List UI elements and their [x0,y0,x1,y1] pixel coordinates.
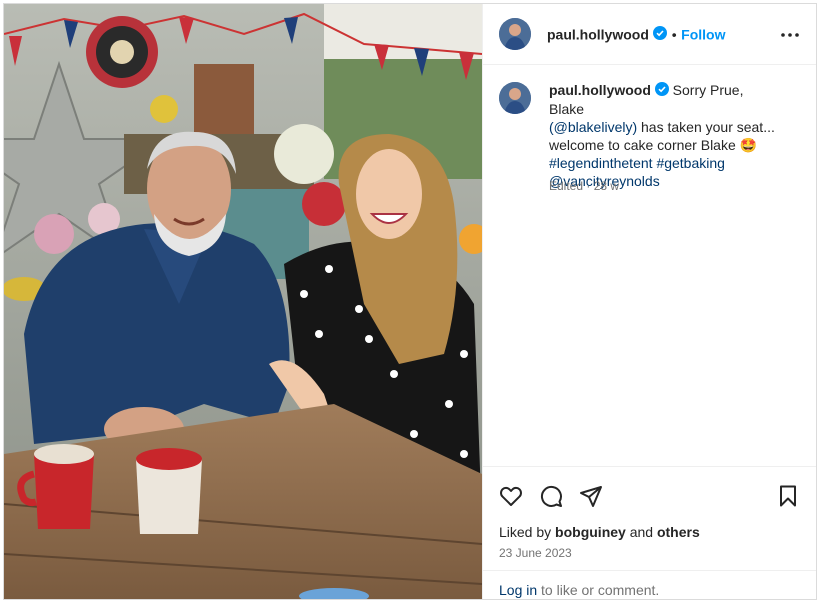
likes-and: and [629,524,654,540]
caption-verified-icon [654,82,669,100]
separator-dot: • [671,26,677,43]
caption-avatar[interactable] [499,82,531,114]
post-actions: Liked by bobguiney and others 23 June 20… [483,466,816,598]
save-icon[interactable] [776,484,800,508]
avatar[interactable] [499,18,531,50]
hashtag-getbaking[interactable]: #getbaking [656,155,725,171]
comment-icon[interactable] [539,484,563,508]
caption-avatar-image [499,82,531,114]
login-prompt: Log in to like or comment. [483,570,816,601]
hashtag-legendinthetent[interactable]: #legendinthetent [549,155,653,171]
caption-username[interactable]: paul.hollywood [549,82,651,98]
caption-meta: Edited · 28 w [549,179,620,193]
likes-others[interactable]: others [657,524,700,540]
heart-icon[interactable] [499,484,523,508]
caption-text-2: has taken your seat... [641,119,775,136]
post-author-username[interactable]: paul.hollywood [547,27,649,43]
verified-icon [653,26,668,45]
post-photo-illustration [4,4,482,599]
avatar-image [499,18,531,50]
likes-prefix: Liked by [499,524,552,540]
login-link[interactable]: Log in [499,582,537,598]
post-header: paul.hollywood • Follow [483,4,816,65]
instagram-post: paul.hollywood • Follow paul.hollywood S… [3,3,817,600]
post-caption: paul.hollywood Sorry Prue, Blake (@blake… [549,81,779,190]
login-prompt-text: to like or comment. [541,582,660,598]
likes-summary: Liked by bobguiney and others [499,524,700,540]
post-photo[interactable] [4,4,482,599]
more-options-icon[interactable] [778,23,802,47]
edited-label: Edited [549,179,584,193]
liked-by-user[interactable]: bobguiney [555,524,626,540]
caption-emoji: 🤩 [739,137,758,154]
caption-mention-blakelively[interactable]: (@blakelively) [549,119,637,135]
post-date[interactable]: 23 June 2023 [499,546,572,560]
follow-button[interactable]: Follow [681,27,725,43]
post-age[interactable]: 28 w [594,179,619,193]
caption-text-3: welcome to cake corner Blake [549,137,736,154]
post-side-panel: paul.hollywood • Follow paul.hollywood S… [482,4,816,599]
share-icon[interactable] [579,484,603,508]
